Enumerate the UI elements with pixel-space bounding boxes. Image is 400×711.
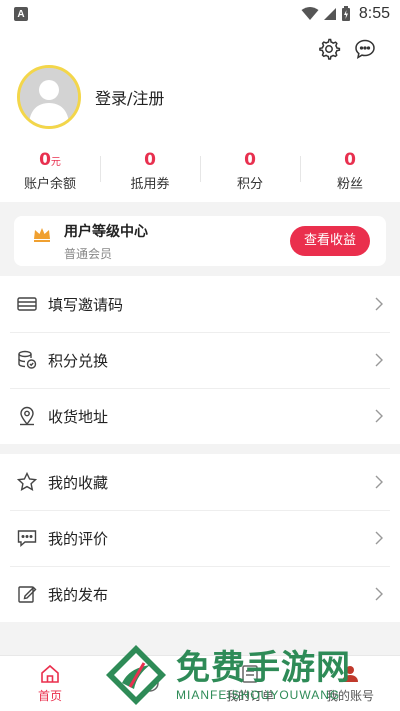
chevron-right-icon [375, 475, 383, 489]
stat-coupons[interactable]: 0 抵用券 [100, 150, 200, 192]
location-pin-icon [16, 405, 38, 427]
tab-home[interactable]: 首页 [0, 656, 100, 711]
menu-item-my-posts[interactable]: 我的发布 [0, 566, 400, 622]
status-left: A [14, 7, 28, 21]
chevron-right-icon [375, 531, 383, 545]
stat-unit: 元 [50, 157, 61, 168]
chevron-right-icon [375, 587, 383, 601]
clock: 8:55 [358, 5, 390, 22]
default-avatar-icon [20, 68, 78, 126]
level-card[interactable]: 用户等级中心 普通会员 查看收益 [14, 216, 386, 266]
menu-item-label: 积分兑换 [48, 351, 109, 370]
menu-item-label: 收货地址 [48, 407, 109, 426]
level-subtitle: 普通会员 [64, 246, 113, 261]
menu-item-label: 我的收藏 [48, 473, 109, 492]
tab-account[interactable]: 我的账号 [300, 656, 400, 711]
stat-value: 0 [144, 150, 156, 170]
tab-label: 我的账号 [325, 689, 374, 703]
menu-item-label: 我的发布 [48, 585, 109, 604]
status-bar: A 8:55 [0, 0, 400, 28]
stat-label: 账户余额 [23, 177, 76, 192]
stat-value: 0元 [39, 150, 61, 170]
edit-icon [16, 583, 38, 605]
menu-group-activity: 我的收藏 我的评价 我的发布 [0, 454, 400, 622]
stat-value: 0 [344, 150, 356, 170]
tab-orders[interactable]: 我的订单 [200, 656, 300, 711]
login-register-link[interactable]: 登录/注册 [95, 85, 164, 109]
stat-balance[interactable]: 0元 账户余额 [0, 150, 100, 192]
crown-icon [34, 228, 50, 242]
menu-item-invite-code[interactable]: 填写邀请码 [0, 276, 400, 332]
tab-label: 我的订单 [225, 689, 274, 703]
stat-fans[interactable]: 0 粉丝 [300, 150, 400, 192]
messages-button[interactable] [352, 36, 378, 62]
user-icon [342, 666, 358, 682]
menu-item-label: 填写邀请码 [48, 295, 124, 314]
menu-group-account: 填写邀请码 积分兑换 收货地址 [0, 276, 400, 444]
stats-row: 0元 账户余额 0 抵用券 0 积分 0 粉丝 [0, 150, 400, 192]
user-row[interactable]: 登录/注册 [0, 65, 400, 129]
tab-label: 首页 [37, 689, 62, 703]
stat-value: 0 [244, 150, 256, 170]
profile-section: 登录/注册 0元 账户余额 0 抵用券 0 积分 0 粉丝 [0, 28, 400, 202]
circle-icon [141, 673, 159, 692]
battery-icon [341, 6, 350, 21]
signal-icon [323, 8, 336, 20]
stat-label: 积分 [236, 177, 263, 192]
star-icon [16, 471, 38, 493]
avatar[interactable] [17, 65, 81, 129]
level-text: 用户等级中心 普通会员 [64, 221, 290, 262]
wifi-icon [301, 7, 319, 20]
order-icon [242, 665, 258, 683]
gear-icon [319, 38, 341, 60]
ticket-icon [16, 293, 38, 315]
chevron-right-icon [375, 353, 383, 367]
coins-icon [16, 349, 38, 371]
menu-item-label: 我的评价 [48, 529, 109, 548]
menu-item-shipping-address[interactable]: 收货地址 [0, 388, 400, 444]
menu-item-points-exchange[interactable]: 积分兑换 [0, 332, 400, 388]
menu-item-reviews[interactable]: 我的评价 [0, 510, 400, 566]
home-icon [41, 664, 59, 683]
tab-community[interactable] [100, 656, 200, 711]
notification-badge: A [14, 7, 28, 21]
level-title: 用户等级中心 [64, 223, 148, 240]
view-earnings-button[interactable]: 查看收益 [289, 226, 370, 256]
stat-label: 粉丝 [336, 177, 363, 192]
status-right: 8:55 [301, 5, 390, 23]
level-section: 用户等级中心 普通会员 查看收益 [0, 202, 400, 276]
stat-points[interactable]: 0 积分 [200, 150, 300, 192]
comment-icon [16, 527, 38, 549]
menu-item-favorites[interactable]: 我的收藏 [0, 454, 400, 510]
bottom-tab-bar: 首页 我的订单 我的账号 [0, 655, 400, 711]
stat-label: 抵用券 [130, 177, 170, 192]
chevron-right-icon [375, 409, 383, 423]
chevron-right-icon [375, 297, 383, 311]
settings-button[interactable] [316, 36, 342, 62]
chat-bubble-icon [355, 39, 375, 60]
header-actions [0, 28, 400, 70]
